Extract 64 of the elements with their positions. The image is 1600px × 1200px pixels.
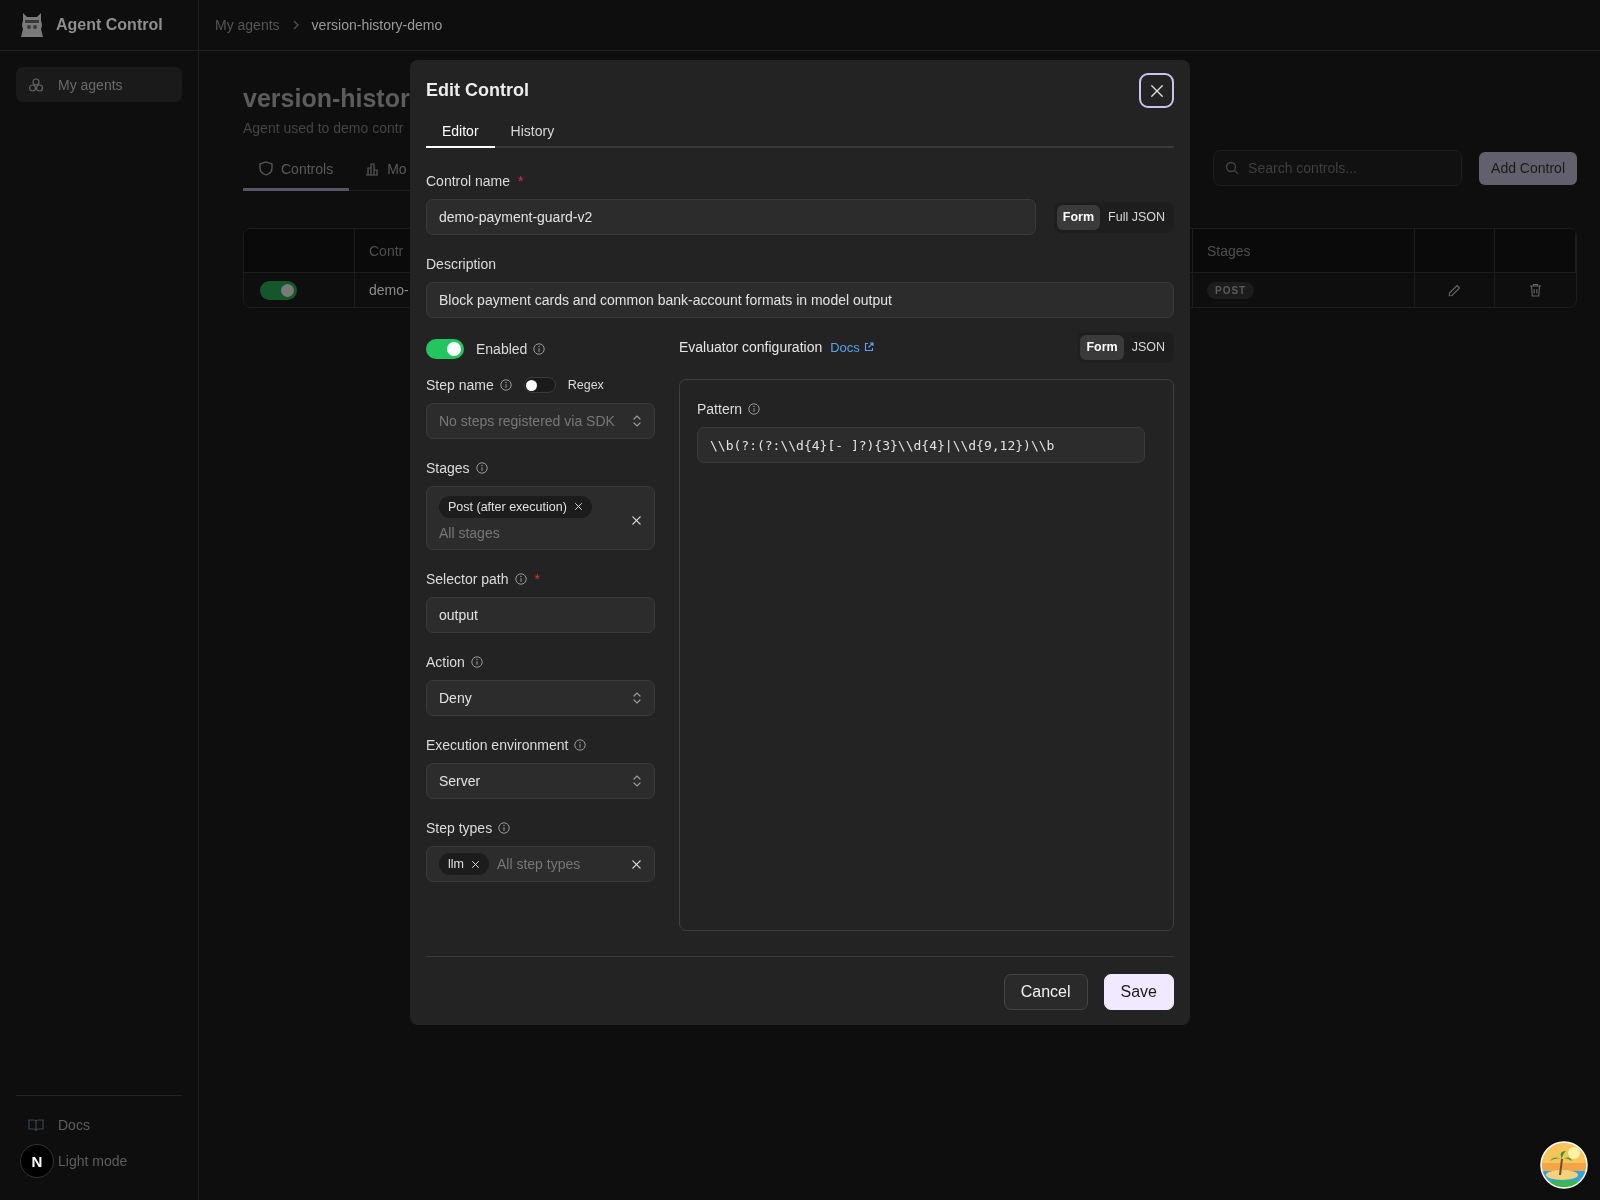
remove-icon[interactable] [470,859,480,869]
multi-select-field[interactable]: Post (after execution) All stages [426,486,655,550]
cancel-button[interactable]: Cancel [1003,974,1088,1010]
input-field[interactable]: \\b(?:(?:\\d{4}[- ]?){3}\\d{4}|\\d{9,12})\\b [697,427,1145,463]
book-icon [28,1118,44,1132]
chip: llm [439,853,489,875]
field-label: Enabled [476,341,528,357]
toggle-switch[interactable] [260,280,297,300]
save-button[interactable]: Save [1103,974,1174,1010]
close-icon [1149,83,1164,98]
search-icon [1225,161,1240,175]
toggle-option[interactable]: Full JSON [1102,204,1171,230]
close-button[interactable] [1139,73,1174,108]
tab[interactable]: Editor [426,116,495,148]
field-label: Description [426,256,497,272]
table-cell: demo- [369,282,409,298]
column-header: Contr [369,242,404,259]
clear-icon[interactable] [631,515,642,526]
input-field[interactable]: Block payment cards and common bank-account formats in model output [426,282,1174,318]
dialog-title: Edit Control [426,80,529,101]
page-title: version-histor [243,84,410,114]
shield-icon [259,161,273,176]
column-header: Stages [1207,242,1251,259]
robot-logo-icon [20,11,44,39]
app-name: Agent Control [56,16,163,34]
required-mark: * [534,571,540,587]
remove-icon[interactable] [573,502,583,511]
delete-icon[interactable] [1529,283,1542,297]
required-mark: * [518,173,524,189]
field-label: Step types [426,820,493,836]
chevron-icon [632,414,642,428]
toggle-switch[interactable] [523,377,556,393]
toggle-option[interactable]: JSON [1125,334,1171,360]
select-field[interactable]: Deny [426,680,655,716]
chevron-icon [632,691,642,705]
field-label: Action [426,654,465,670]
external-link-icon [863,342,874,352]
section-title: Evaluator configuration [679,339,823,355]
edit-icon[interactable] [1448,283,1461,297]
clear-icon[interactable] [631,858,642,870]
toggle-switch[interactable] [426,339,464,359]
multi-select-field[interactable]: llm All step types [426,846,655,882]
dev-badge[interactable]: N [20,1144,54,1178]
field-label: Pattern [697,401,743,417]
group-icon [28,76,44,93]
field-label: Execution environment [426,737,569,753]
input-field[interactable]: demo-payment-guard-v2 [426,199,1036,235]
chevron-icon [632,774,642,788]
tab[interactable]: History [494,116,571,148]
field-label: Stages [426,460,470,476]
chevron-right-icon [291,20,300,30]
bar-chart-icon [365,161,380,176]
toggle-label: Regex [567,378,604,392]
field-label: Control name [426,173,511,189]
input-field[interactable]: output [426,597,655,633]
field-label: Step name [426,377,494,393]
stage-tag: POST [1207,281,1255,299]
field-label: Selector path [426,571,509,587]
breadcrumb-current: version-history-demo [311,17,443,33]
select-field[interactable]: Server [426,763,655,799]
toggle-option[interactable]: Form [1056,204,1101,230]
chip: Post (after execution) [439,495,592,518]
toggle-option[interactable]: Form [1080,334,1124,360]
docs-link[interactable]: Docs [830,339,874,355]
